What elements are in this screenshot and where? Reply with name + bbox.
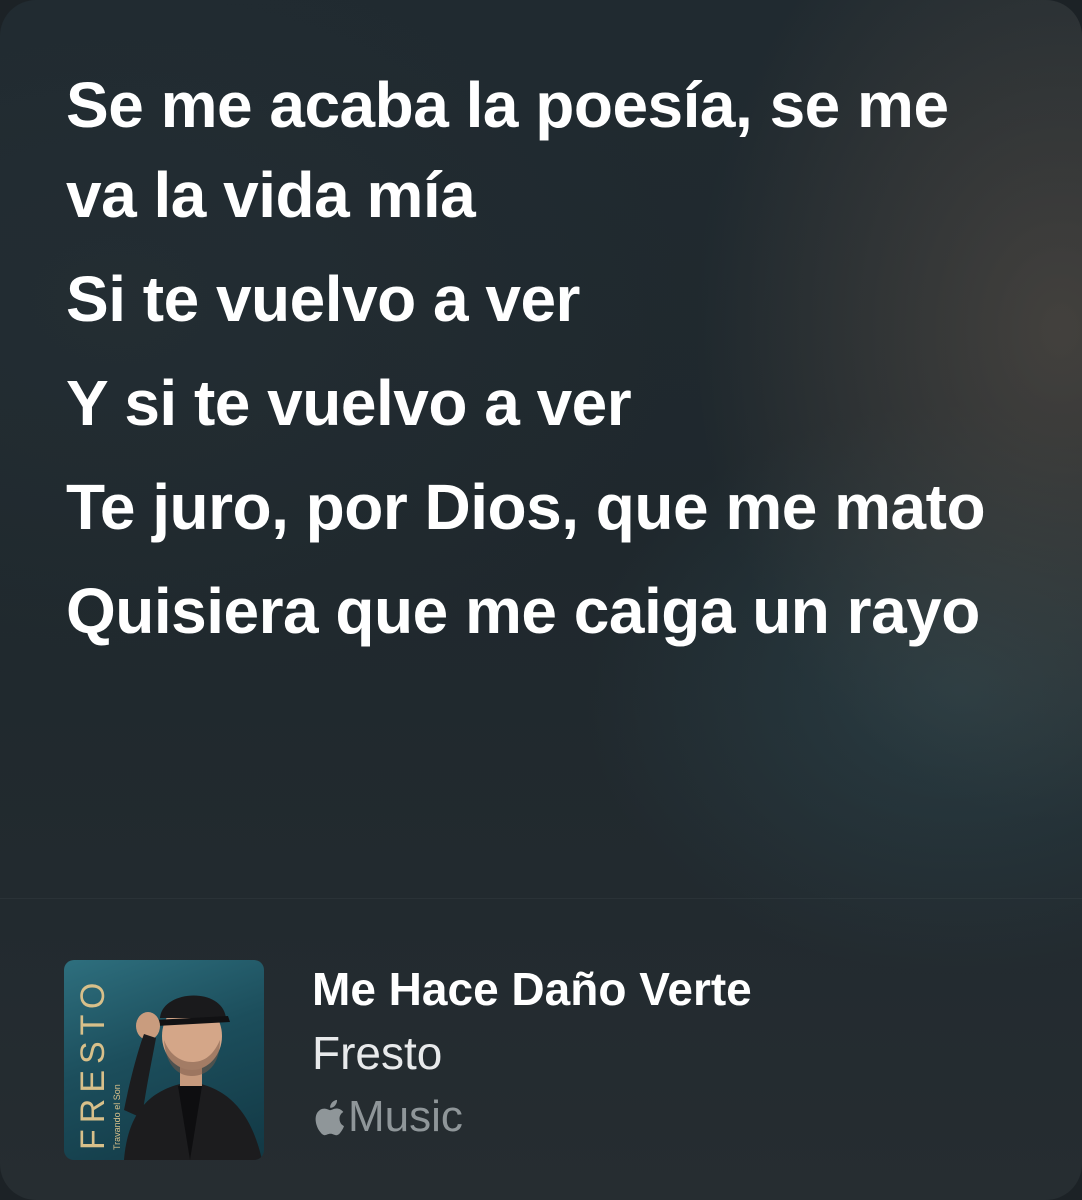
lyric-line: Se me acaba la poesía, se me va la vida … [66, 69, 949, 231]
artist-name[interactable]: Fresto [312, 1026, 442, 1080]
service-label: Music [348, 1092, 463, 1141]
song-title[interactable]: Me Hace Daño Verte [312, 962, 752, 1016]
artwork-subtitle: Travando el Son [112, 1084, 122, 1150]
divider [0, 898, 1082, 899]
lyric-line: Quisiera que me caiga un rayo [66, 575, 980, 647]
album-artwork[interactable]: FRESTO Travando el Son [64, 960, 264, 1160]
apple-logo-icon [315, 1099, 344, 1136]
now-playing-row[interactable]: FRESTO Travando el Son Me Hace Daño Vert… [64, 960, 1024, 1160]
artwork-title: FRESTO [74, 976, 112, 1150]
apple-music-link[interactable]: Music [310, 1092, 463, 1142]
lyric-line: Y si te vuelvo a ver [66, 367, 632, 439]
lyric-line: Te juro, por Dios, que me mato [66, 471, 986, 543]
artist-photo [124, 995, 262, 1160]
lyrics-card: Se me acaba la poesía, se me va la vida … [0, 0, 1082, 1200]
lyric-line: Si te vuelvo a ver [66, 263, 580, 335]
lyrics-panel: Se me acaba la poesía, se me va la vida … [66, 60, 1026, 670]
